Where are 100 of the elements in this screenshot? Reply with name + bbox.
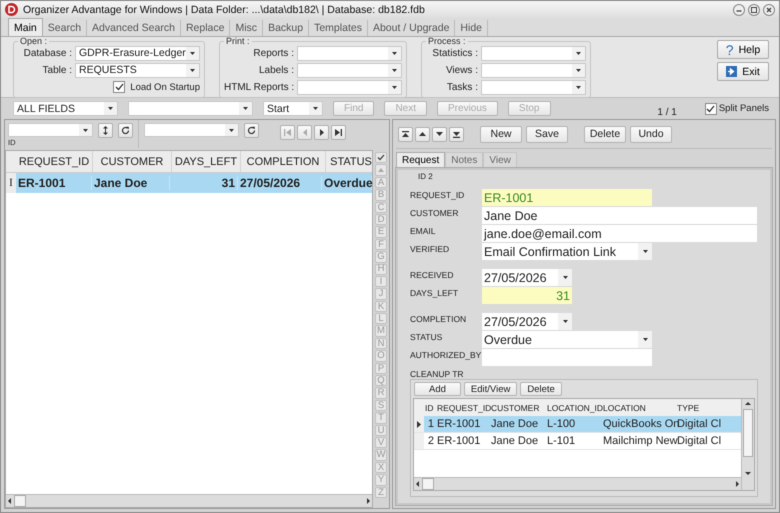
vertical-scrollbar[interactable] xyxy=(741,399,754,490)
scroll-left-icon[interactable] xyxy=(414,479,422,489)
select-all-button[interactable] xyxy=(375,152,387,164)
minimize-icon[interactable] xyxy=(733,4,745,16)
input-field[interactable]: jane.doe@email.com xyxy=(482,225,757,242)
table-cell: Jane Doe xyxy=(92,176,170,190)
current-row-icon xyxy=(417,420,421,428)
dropdown[interactable]: Overdue xyxy=(482,331,652,348)
column-header[interactable]: TYPE xyxy=(676,402,726,412)
tab[interactable]: Hide xyxy=(455,20,488,36)
column-header[interactable]: REQUEST_ID xyxy=(436,402,490,412)
first-icon xyxy=(284,129,291,136)
column-header[interactable]: CUSTOMER xyxy=(490,402,546,412)
column-header[interactable]: COMPLETION xyxy=(241,151,326,172)
table-row[interactable]: 2 ER-1001 Jane Doe L-101 Mailchimp NewDigital Cl xyxy=(414,433,741,450)
field-label: Database : xyxy=(22,48,72,58)
last-record-button[interactable] xyxy=(449,126,464,142)
refresh-button[interactable] xyxy=(244,123,259,138)
input-field[interactable]: Jane Doe xyxy=(482,207,757,224)
tab[interactable]: Search xyxy=(42,20,88,36)
input-field[interactable] xyxy=(482,349,652,366)
refresh-button[interactable] xyxy=(118,123,133,138)
table-cell-text: ER-1001 xyxy=(436,435,482,447)
up-arrow-icon xyxy=(419,132,426,136)
tab[interactable]: View xyxy=(483,152,517,168)
caret-icon xyxy=(562,320,568,323)
exit-icon xyxy=(726,66,738,77)
column-header[interactable]: DAYS_LEFT xyxy=(172,151,241,172)
field-label: CUSTOMER xyxy=(410,207,460,218)
subtable-button[interactable]: Edit/View xyxy=(464,382,518,396)
column-header[interactable]: CUSTOMER xyxy=(93,151,172,172)
record-button[interactable]: New xyxy=(480,126,522,142)
exit-button[interactable]: Exit xyxy=(717,62,769,81)
subtable-button[interactable]: Add xyxy=(414,382,461,396)
table-cell: 27/05/2026 xyxy=(238,176,322,190)
tab[interactable]: About / Upgrade xyxy=(368,20,456,36)
dropdown[interactable]: REQUESTS xyxy=(75,62,200,78)
window-title: Organizer Advantage for Windows | Data Folder: ...\data\db182\ | Database: db182.fdb xyxy=(23,4,425,16)
checkbox-label: Load On Startup xyxy=(130,82,200,92)
tab[interactable]: Misc xyxy=(230,20,264,36)
first-record-button[interactable] xyxy=(398,126,413,142)
up-arrow-icon xyxy=(378,168,384,172)
dropdown[interactable]: 27/05/2026 xyxy=(482,269,572,286)
column-header[interactable]: LOCATION xyxy=(602,402,676,412)
dropdown[interactable]: GDPR-Erasure-Ledger xyxy=(75,46,200,60)
close-icon[interactable] xyxy=(763,4,775,16)
last-icon xyxy=(335,129,342,136)
subtable-button[interactable]: Delete xyxy=(520,382,562,396)
sort-button[interactable] xyxy=(98,123,113,138)
record-button[interactable]: Delete xyxy=(584,126,626,142)
dropdown[interactable]: 27/05/2026 xyxy=(482,313,572,330)
horizontal-scrollbar[interactable] xyxy=(414,477,741,490)
maximize-icon[interactable] xyxy=(748,4,760,16)
checkbox[interactable] xyxy=(113,81,126,93)
tab[interactable]: Request xyxy=(396,152,446,168)
field-label: DAYS_LEFT xyxy=(410,287,460,298)
next-record-button[interactable] xyxy=(314,125,329,140)
scroll-left-icon[interactable] xyxy=(6,496,14,506)
caret-icon xyxy=(642,250,648,253)
check-icon xyxy=(377,154,385,162)
column-header[interactable]: ID xyxy=(424,402,436,412)
column-header[interactable]: REQUEST_ID xyxy=(16,151,93,172)
dropdown[interactable]: Start xyxy=(263,101,323,116)
tab[interactable]: Notes xyxy=(445,152,484,168)
field-label: COMPLETION xyxy=(410,313,468,324)
table-cell-text: ER-1001 xyxy=(436,418,482,430)
column-header[interactable]: LOCATION_ID xyxy=(546,402,602,412)
row-marker: I xyxy=(6,173,16,193)
tab[interactable]: Advanced Search xyxy=(87,20,181,36)
input-field[interactable]: ER-1001 xyxy=(482,189,652,206)
caret-icon xyxy=(392,86,397,88)
group-legend: Process : xyxy=(426,37,468,45)
dropdown[interactable]: ALL FIELDS xyxy=(13,101,118,116)
table-row[interactable]: I ER-1001 Jane Doe 31 27/05/2026 Overdue xyxy=(6,173,372,193)
help-button[interactable]: ? Help xyxy=(717,40,769,59)
caret-icon xyxy=(108,107,113,110)
previous-record-button[interactable] xyxy=(415,126,430,142)
input-field[interactable]: 31 xyxy=(482,287,572,304)
sort-icon xyxy=(103,126,108,135)
scrollbar-thumb[interactable] xyxy=(743,409,753,457)
scrollbar-thumb[interactable] xyxy=(422,478,434,490)
record-button[interactable]: Undo xyxy=(630,126,672,142)
dropdown[interactable]: Email Confirmation Link xyxy=(482,243,652,260)
scrollbar-thumb[interactable] xyxy=(14,495,26,507)
scroll-right-icon[interactable] xyxy=(364,496,372,506)
bottom-icon xyxy=(453,130,460,138)
next-record-button[interactable] xyxy=(432,126,447,142)
field-label: AUTHORIZED_BY xyxy=(410,349,482,360)
last-record-button[interactable] xyxy=(331,125,346,140)
table-cell: Mailchimp New xyxy=(602,435,676,447)
tab[interactable]: Replace xyxy=(180,20,230,36)
tab[interactable]: Templates xyxy=(309,20,368,36)
tab[interactable]: Main xyxy=(8,18,43,36)
record-id: ID 2 xyxy=(418,172,434,181)
checkbox[interactable] xyxy=(704,102,717,114)
record-button[interactable]: Save xyxy=(526,126,568,142)
tab[interactable]: Backup xyxy=(263,20,310,36)
table-cell: 31 xyxy=(170,176,238,190)
table-cell-text: Jane Doe xyxy=(490,435,540,447)
horizontal-scrollbar[interactable] xyxy=(6,494,372,507)
